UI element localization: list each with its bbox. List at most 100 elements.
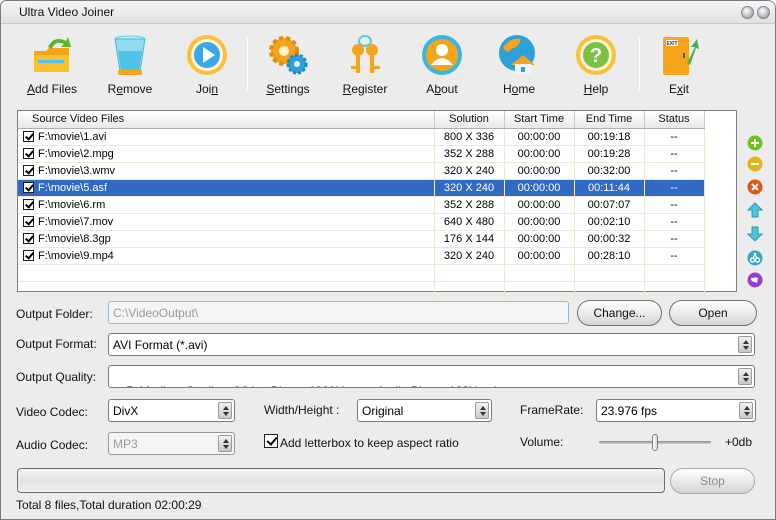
row-checkbox[interactable]: [23, 232, 34, 244]
column-header-solution[interactable]: Solution: [434, 111, 505, 129]
output-format-value: AVI Format (*.avi): [113, 338, 208, 352]
play-icon: [187, 35, 227, 75]
end-time-cell: 00:00:32: [574, 230, 645, 248]
exit-button[interactable]: EXIT Exit: [643, 31, 715, 101]
empty-cell: [504, 264, 575, 282]
minus-icon[interactable]: [747, 156, 763, 172]
toolbar-separator: [639, 37, 640, 91]
file-cell[interactable]: F:\movie\3.wmv: [18, 162, 435, 180]
audio-codec-value: MP3: [113, 437, 138, 451]
file-cell[interactable]: F:\movie\8.3gp: [18, 230, 435, 248]
cut-icon[interactable]: [747, 250, 763, 266]
width-height-value: Original: [362, 404, 404, 418]
register-button[interactable]: Register: [329, 31, 401, 101]
solution-cell: 320 X 240: [434, 247, 505, 265]
file-cell[interactable]: F:\movie\1.avi: [18, 128, 435, 146]
output-folder-field[interactable]: C:\VideoOutput\: [108, 301, 569, 324]
move-up-icon[interactable]: [747, 202, 763, 218]
status-cell: --: [644, 145, 705, 163]
volume-label: Volume:: [520, 435, 564, 449]
add-files-button[interactable]: Add Files: [16, 31, 88, 101]
file-cell[interactable]: F:\movie\6.rm: [18, 196, 435, 214]
start-time-cell: 00:00:00: [504, 213, 575, 231]
file-cell[interactable]: F:\movie\7.mov: [18, 213, 435, 231]
table-row[interactable]: F:\movie\6.rm 352 X 288 00:00:00 00:07:07 --: [18, 196, 705, 214]
column-header-end-time[interactable]: End Time: [574, 111, 645, 129]
table-header: Source Video Files Solution Start Time E…: [18, 111, 705, 129]
table-row[interactable]: F:\movie\2.mpg 352 X 288 00:00:00 00:19:28-…: [18, 145, 705, 163]
open-folder-button[interactable]: Open: [669, 300, 757, 326]
column-header-status[interactable]: Status: [644, 111, 705, 129]
status-cell: --: [644, 179, 705, 197]
file-cell[interactable]: F:\movie\5.asf: [18, 179, 435, 197]
column-header-start-time[interactable]: Start Time: [504, 111, 575, 129]
column-header-file[interactable]: Source Video Files: [18, 111, 435, 129]
row-checkbox[interactable]: [23, 249, 34, 261]
audio-codec-select[interactable]: MP3: [108, 432, 235, 455]
change-folder-button[interactable]: Change...: [577, 300, 662, 326]
video-codec-select[interactable]: DivX: [108, 399, 235, 422]
join-button[interactable]: Join: [171, 31, 243, 101]
row-checkbox[interactable]: [23, 181, 34, 193]
dropdown-arrow-icon[interactable]: [738, 368, 752, 385]
minimize-button[interactable]: [741, 6, 754, 19]
user-icon: [422, 35, 462, 75]
undo-icon[interactable]: [747, 272, 763, 288]
dropdown-arrow-icon[interactable]: [738, 336, 752, 353]
letterbox-checkbox[interactable]: [264, 434, 278, 448]
volume-slider-thumb[interactable]: [652, 434, 658, 451]
table-row[interactable]: F:\movie\7.mov 640 X 480 00:00:00 00:02:10-…: [18, 213, 705, 231]
dropdown-arrow-icon[interactable]: [739, 402, 753, 419]
table-row[interactable]: F:\movie\9.mp4 320 X 240 00:00:00 00:28:10-…: [18, 247, 705, 265]
width-height-select[interactable]: Original: [357, 399, 492, 422]
file-path: F:\movie\2.mpg: [38, 147, 114, 160]
table-row[interactable]: F:\movie\8.3gp 176 X 144 00:00:00 00:00:32-…: [18, 230, 705, 248]
end-time-cell: 00:11:44: [574, 179, 645, 197]
file-list[interactable]: Source Video Files Solution Start Time E…: [17, 110, 737, 299]
add-icon[interactable]: [747, 135, 763, 151]
file-cell[interactable]: F:\movie\2.mpg: [18, 145, 435, 163]
table-row[interactable]: F:\movie\3.wmv 320 X 240 00:00:00 00:32:00-…: [18, 162, 705, 180]
empty-cell: [18, 281, 435, 299]
file-cell[interactable]: F:\movie\9.mp4: [18, 247, 435, 265]
exit-label: Exit: [668, 82, 689, 96]
output-quality-select[interactable]: 5. Medium Quality (Video Bitrate:1000kbp…: [108, 365, 755, 388]
dropdown-arrow-icon[interactable]: [218, 402, 232, 419]
dropdown-arrow-icon[interactable]: [218, 435, 232, 452]
title-bar[interactable]: Ultra Video Joiner: [1, 1, 775, 24]
help-label: Help: [583, 82, 609, 96]
register-label: Register: [342, 82, 388, 96]
keys-icon: [351, 35, 380, 73]
framerate-select[interactable]: 23.976 fps: [596, 399, 756, 422]
row-checkbox[interactable]: [23, 215, 34, 227]
empty-cell: [644, 281, 705, 299]
row-checkbox[interactable]: [23, 147, 34, 159]
delete-icon[interactable]: [747, 179, 763, 195]
end-time-cell: 00:19:28: [574, 145, 645, 163]
dropdown-arrow-icon[interactable]: [475, 402, 489, 419]
row-checkbox[interactable]: [23, 130, 34, 142]
remove-button[interactable]: Remove: [94, 31, 166, 101]
video-codec-value: DivX: [113, 404, 139, 418]
about-button[interactable]: About: [406, 31, 478, 101]
table-row[interactable]: F:\movie\5.asf 320 X 240 00:00:00 00:11:44-…: [18, 179, 705, 197]
move-down-icon[interactable]: [747, 226, 763, 242]
stop-button[interactable]: Stop: [670, 468, 755, 494]
row-checkbox[interactable]: [23, 198, 34, 210]
empty-cell: [18, 264, 435, 282]
start-time-cell: 00:00:00: [504, 179, 575, 197]
audio-codec-label: Audio Codec:: [16, 438, 89, 452]
status-cell: --: [644, 196, 705, 214]
settings-button[interactable]: Settings: [252, 31, 324, 101]
solution-cell: 800 X 336: [434, 128, 505, 146]
start-time-cell: 00:00:00: [504, 230, 575, 248]
file-path: F:\movie\8.3gp: [38, 232, 111, 245]
row-checkbox[interactable]: [23, 164, 34, 176]
help-button[interactable]: ? Help: [560, 31, 632, 101]
letterbox-label[interactable]: Add letterbox to keep aspect ratio: [280, 436, 459, 450]
close-button[interactable]: [757, 6, 770, 19]
home-button[interactable]: Home: [483, 31, 555, 101]
status-cell: --: [644, 162, 705, 180]
table-row[interactable]: F:\movie\1.avi 800 X 336 00:00:00 00:19:18-…: [18, 128, 705, 146]
output-format-select[interactable]: AVI Format (*.avi): [108, 333, 755, 356]
